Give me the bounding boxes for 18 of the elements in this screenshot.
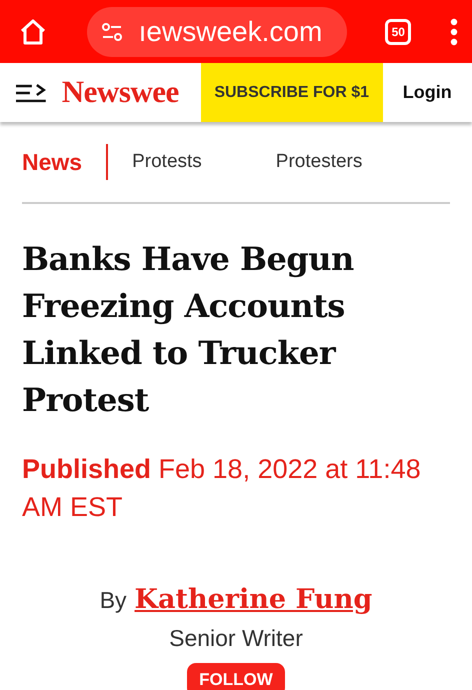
author-title: Senior Writer	[169, 624, 303, 650]
tab-count-button[interactable]: 50	[385, 18, 412, 44]
nav-tab[interactable]: News	[22, 144, 82, 180]
author-link[interactable]: Katherine Fung	[134, 580, 372, 620]
home-icon[interactable]	[18, 18, 48, 46]
site-settings-icon[interactable]	[100, 22, 123, 40]
publish-date: Published Feb 18, 2022 at 11:48 AM EST	[22, 453, 422, 524]
subscribe-button[interactable]: SUBSCRIBE FOR $1	[200, 63, 383, 122]
follow-button[interactable]: FOLLOW	[187, 663, 285, 690]
nav-tab[interactable]: Protesters	[276, 148, 362, 176]
url-field[interactable]: ıewsweek.com	[86, 6, 347, 56]
logo[interactable]: Newswee	[62, 69, 201, 116]
menu-icon[interactable]	[16, 82, 46, 102]
more-menu-icon[interactable]	[450, 18, 458, 46]
nav-tab[interactable]: Protests	[132, 148, 202, 176]
byline-label: By	[100, 586, 127, 615]
login-button[interactable]: Login	[382, 78, 472, 107]
article-headline: Banks Have Begun Freezing Accounts Linked to Trucker Protest	[22, 239, 355, 421]
